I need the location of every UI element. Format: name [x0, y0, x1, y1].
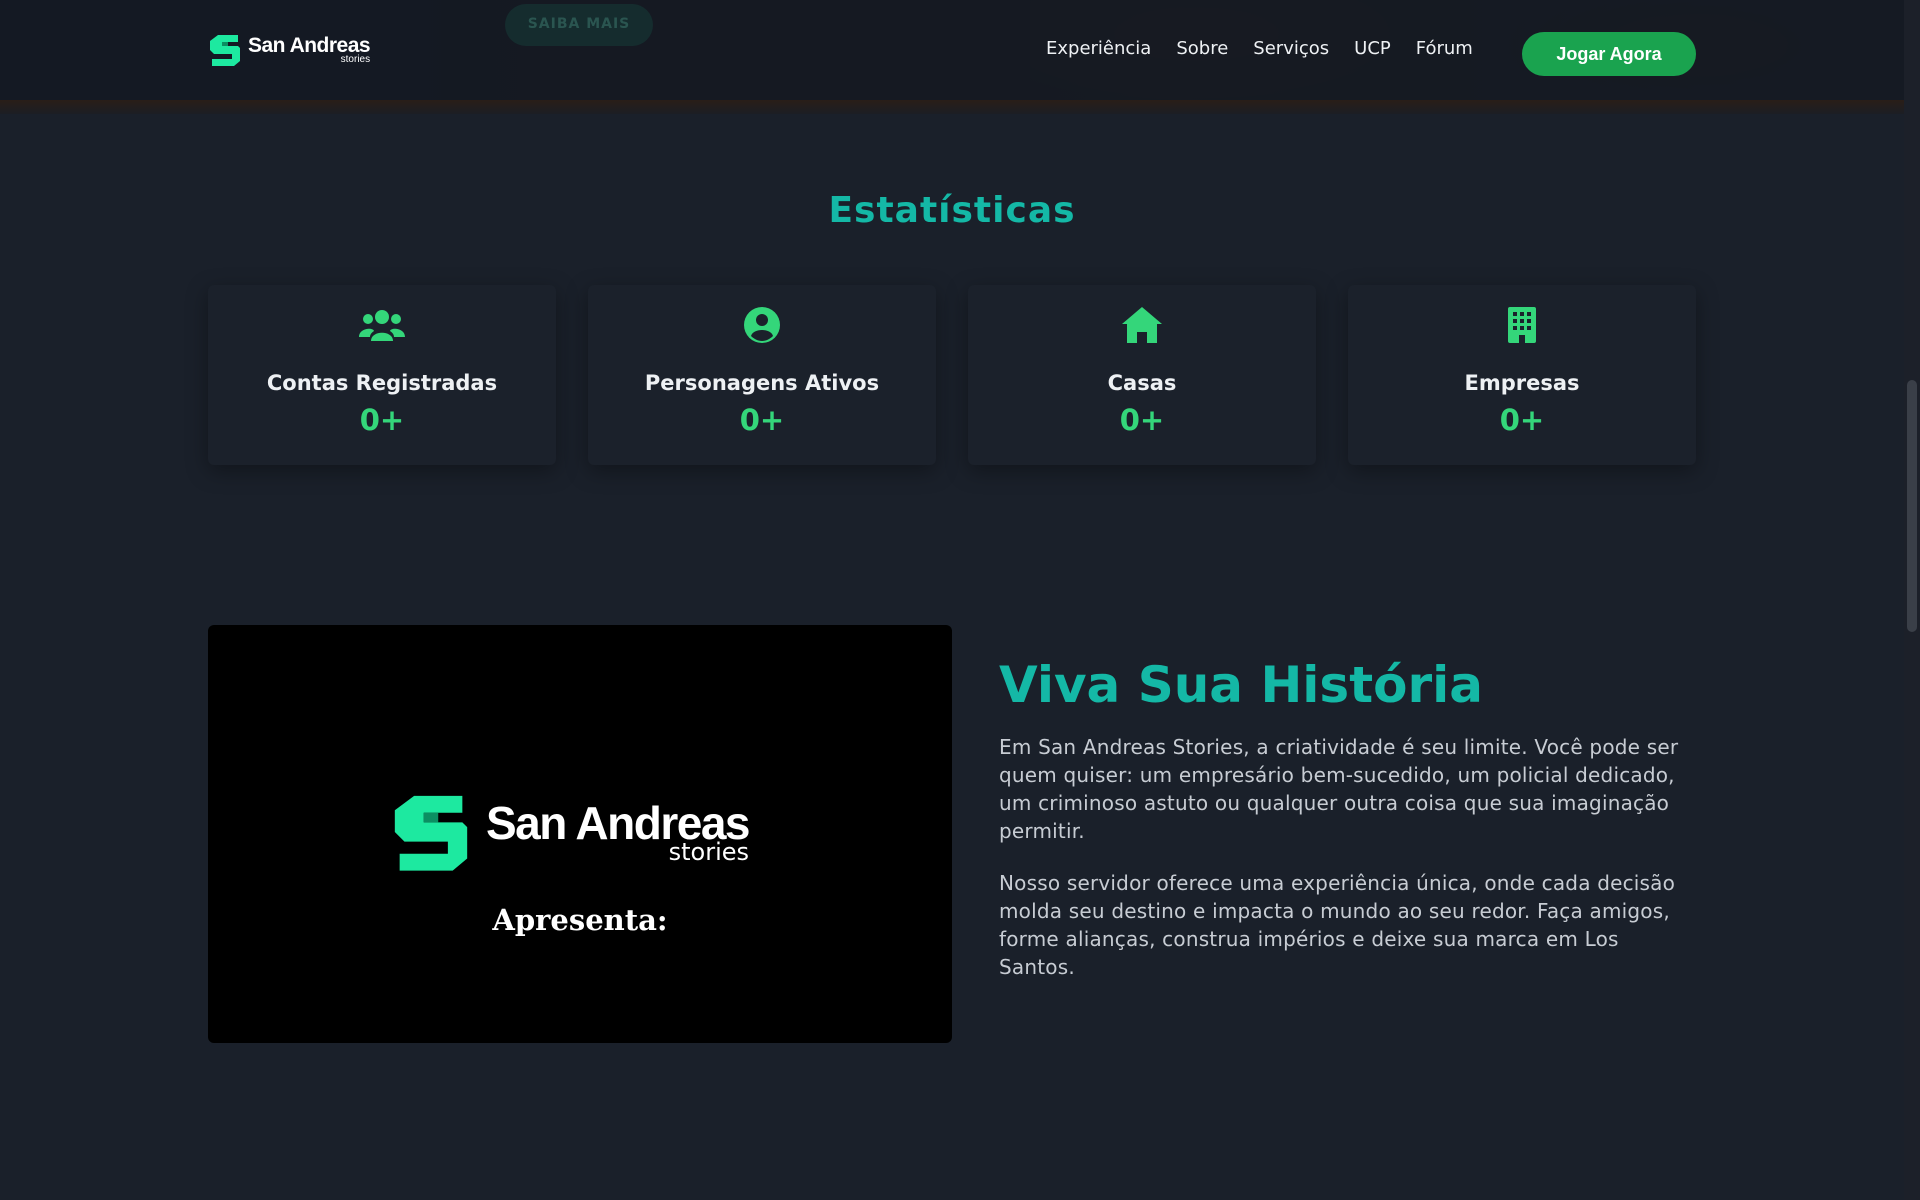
logo-mark-icon: [210, 35, 240, 66]
stat-card-casas: Casas 0+: [968, 285, 1316, 465]
user-circle-icon: [744, 307, 780, 343]
story-paragraph: Nosso servidor oferece uma experiência ú…: [999, 871, 1676, 979]
saiba-mais-button[interactable]: SAIBA MAIS: [505, 4, 653, 46]
stat-label: Contas Registradas: [266, 371, 498, 395]
stat-label: Casas: [1107, 371, 1177, 395]
stat-value: 0+: [1499, 403, 1545, 437]
stat-card-personagens: Personagens Ativos 0+: [588, 285, 936, 465]
stats-title: Estatísticas: [828, 190, 1076, 231]
stat-value: 0+: [739, 403, 785, 437]
page-scrollbar[interactable]: [1904, 0, 1920, 1200]
story-paragraph: Em San Andreas Stories, a criatividade é…: [999, 735, 1679, 843]
stat-label: Empresas: [1464, 371, 1580, 395]
building-icon: [1508, 307, 1536, 343]
home-icon: [1122, 307, 1162, 343]
logo-name: San Andreas: [248, 34, 371, 57]
video-player[interactable]: San Andreas stories Apresenta:: [208, 625, 952, 1043]
users-icon: [359, 310, 405, 341]
navbar: SAIBA MAIS San Andreas stories Experiênc…: [0, 0, 1904, 100]
nav-link-sobre[interactable]: Sobre: [1176, 38, 1228, 59]
scrollbar-thumb[interactable]: [1907, 380, 1917, 632]
site-logo[interactable]: San Andreas stories: [208, 33, 371, 67]
nav-link-servicos[interactable]: Serviços: [1253, 38, 1329, 59]
stat-value: 0+: [359, 403, 405, 437]
video-caption: Apresenta:: [492, 903, 668, 937]
stat-card-empresas: Empresas 0+: [1348, 285, 1696, 465]
stat-label: Personagens Ativos: [644, 371, 880, 395]
stat-card-contas: Contas Registradas 0+: [208, 285, 556, 465]
main-nav: Experiência Sobre Serviços UCP Fórum: [1046, 38, 1498, 59]
video-logo: San Andreas stories: [390, 791, 751, 873]
nav-link-ucp[interactable]: UCP: [1354, 38, 1391, 59]
jogar-agora-button[interactable]: Jogar Agora: [1522, 32, 1696, 76]
nav-link-experiencia[interactable]: Experiência: [1046, 38, 1151, 59]
logo-mark-icon: [394, 795, 468, 871]
hero-bottom-edge: [0, 100, 1920, 114]
stat-value: 0+: [1119, 403, 1165, 437]
nav-link-forum[interactable]: Fórum: [1416, 38, 1473, 59]
story-title: Viva Sua História: [999, 656, 1483, 714]
